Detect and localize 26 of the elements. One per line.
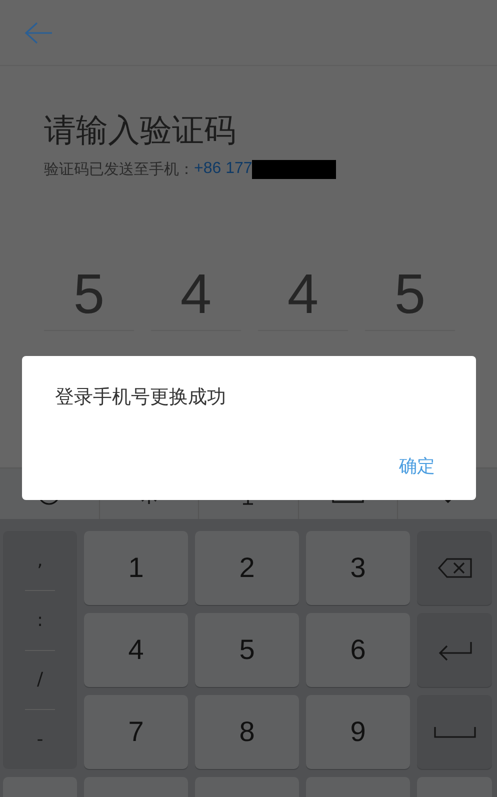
number-key[interactable]: 2: [195, 531, 299, 605]
symbol-key[interactable]: /: [25, 650, 55, 710]
enter-icon[interactable]: [436, 639, 472, 661]
code-digit-field[interactable]: 4: [258, 264, 348, 331]
number-key[interactable]: 8: [195, 695, 299, 769]
code-digit-field[interactable]: 5: [44, 264, 134, 331]
code-digit-field[interactable]: 5: [365, 264, 455, 331]
number-key[interactable]: 9: [306, 695, 410, 769]
number-key[interactable]: 4: [84, 613, 188, 687]
number-key[interactable]: 6: [306, 613, 410, 687]
backspace-icon[interactable]: [436, 557, 472, 579]
number-key[interactable]: 5: [195, 613, 299, 687]
symbol-key[interactable]: ,: [25, 531, 55, 591]
number-key[interactable]: 7: [84, 695, 188, 769]
back-icon[interactable]: [23, 20, 53, 44]
sent-to-label: 验证码已发送至手机：: [44, 159, 194, 180]
space-icon[interactable]: [432, 725, 476, 739]
phone-number: +86 177: [194, 159, 252, 179]
symbol-key[interactable]: :: [25, 590, 55, 650]
code-digit-field[interactable]: 4: [151, 264, 241, 331]
symbol-key[interactable]: -: [25, 710, 55, 769]
dialog-message: 登录手机号更换成功: [55, 385, 227, 410]
number-key[interactable]: 3: [306, 531, 410, 605]
page-title: 请输入验证码: [44, 110, 237, 150]
number-key[interactable]: 1: [84, 531, 188, 605]
confirm-button[interactable]: 确定: [391, 448, 443, 484]
